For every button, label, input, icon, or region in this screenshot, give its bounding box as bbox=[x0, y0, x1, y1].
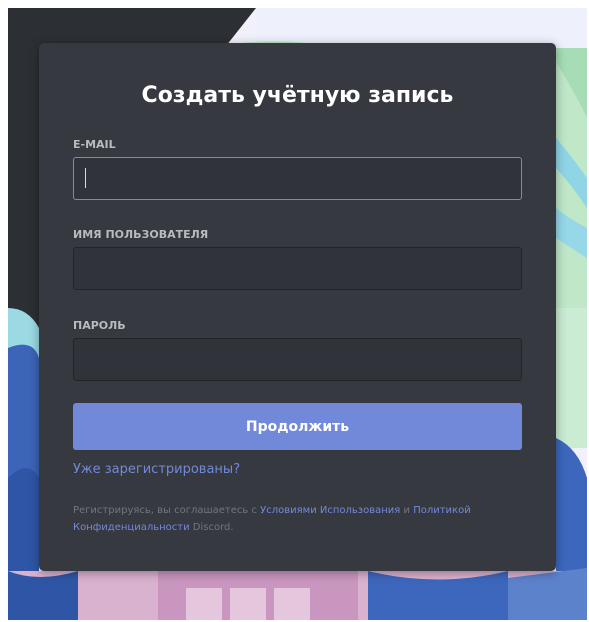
already-registered-link[interactable]: Уже зарегистрированы? bbox=[73, 461, 240, 479]
register-card: Создать учётную запись E-MAIL ИМЯ ПОЛЬЗО… bbox=[39, 43, 556, 571]
terms-conjunction: и bbox=[400, 505, 414, 516]
password-field[interactable] bbox=[73, 338, 522, 381]
email-label: E-MAIL bbox=[73, 138, 116, 151]
terms-suffix: Discord. bbox=[189, 522, 234, 533]
email-field[interactable] bbox=[73, 157, 522, 200]
page-title: Создать учётную запись bbox=[141, 83, 454, 108]
password-field-wrap bbox=[73, 338, 522, 381]
page-background: Создать учётную запись E-MAIL ИМЯ ПОЛЬЗО… bbox=[8, 8, 587, 620]
continue-button[interactable]: Продолжить bbox=[73, 403, 522, 450]
username-field[interactable] bbox=[73, 247, 522, 290]
terms-of-service-link[interactable]: Условиями Использования bbox=[260, 505, 400, 516]
username-field-wrap bbox=[73, 247, 522, 290]
password-label: ПАРОЛЬ bbox=[73, 319, 126, 332]
email-field-wrap bbox=[73, 157, 522, 200]
terms-prefix: Регистрируясь, вы соглашаетесь с bbox=[73, 505, 261, 516]
terms-text: Регистрируясь, вы соглашаетесь с Условия… bbox=[73, 502, 525, 536]
text-caret bbox=[85, 168, 86, 188]
username-label: ИМЯ ПОЛЬЗОВАТЕЛЯ bbox=[73, 228, 209, 241]
